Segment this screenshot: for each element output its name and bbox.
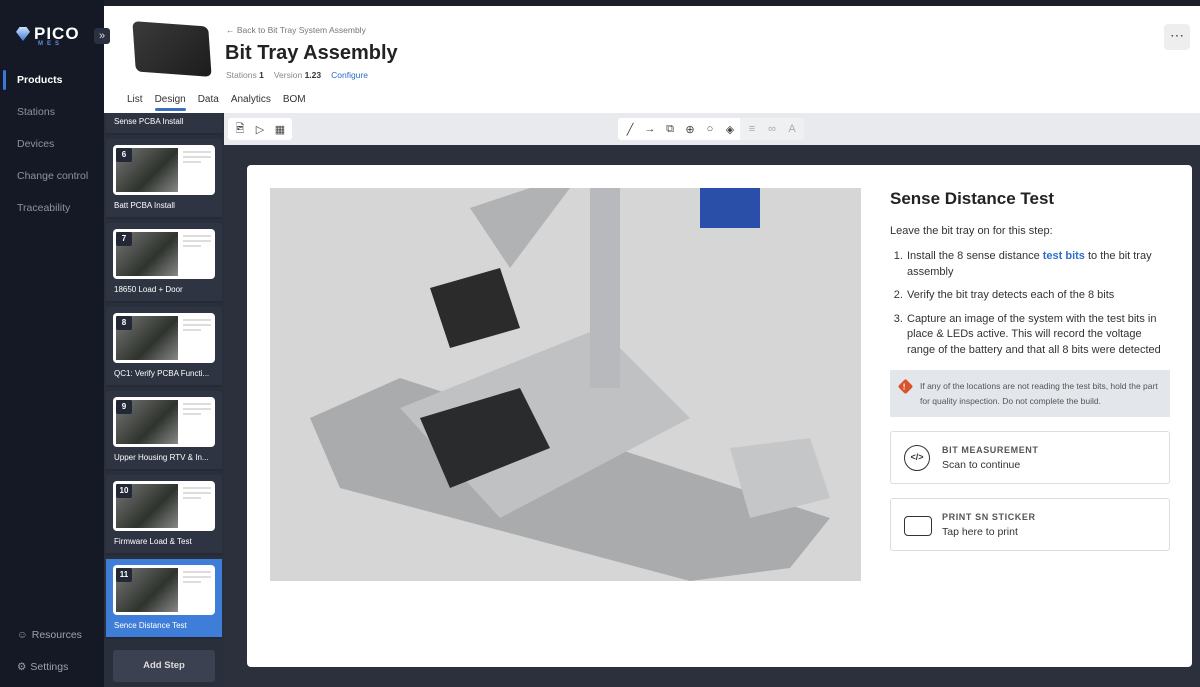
step-thumbnail: 9 — [113, 397, 215, 447]
instructions-panel: Sense Distance Test Leave the bit tray o… — [890, 189, 1170, 551]
pico-logo: PICO MES — [16, 24, 80, 47]
header: ← Back to Bit Tray System Assembly Bit T… — [104, 6, 1200, 113]
gear-icon: ⚙ — [17, 661, 27, 673]
sidebar-item-traceability[interactable]: Traceability — [17, 202, 70, 214]
product-image — [132, 21, 212, 77]
step-card: Sense Distance Test Leave the bit tray o… — [247, 165, 1192, 667]
number-marker-icon[interactable]: ◈ — [722, 123, 738, 136]
test-bits-link[interactable]: test bits — [1043, 250, 1085, 262]
editor-toolbar: 🖻 ▷ ▦ ╱ → ⧉ ⊕ ○ ◈ ≡ ∞ A — [224, 113, 1200, 145]
warning-icon — [897, 378, 914, 395]
print-sn-sticker-action[interactable]: PRINT SN STICKER Tap here to print — [890, 498, 1170, 551]
line-icon[interactable]: ╱ — [622, 123, 638, 136]
align-icon[interactable]: ≡ — [744, 123, 760, 135]
tab-bom[interactable]: BOM — [283, 94, 306, 111]
tab-data[interactable]: Data — [198, 94, 219, 111]
step-item[interactable]: 9 Upper Housing RTV & In... — [106, 391, 222, 471]
table-icon[interactable]: ▦ — [272, 123, 288, 136]
instruction-list: Install the 8 sense distance test bits t… — [890, 249, 1170, 358]
image-icon[interactable]: 🖻 — [232, 120, 248, 139]
sidebar-item-settings[interactable]: ⚙ Settings — [17, 661, 68, 673]
warning-callout: If any of the locations are not reading … — [890, 370, 1170, 417]
sidebar-item-products[interactable]: Products — [17, 74, 63, 86]
tab-analytics[interactable]: Analytics — [231, 94, 271, 111]
print-tap-icon — [904, 516, 932, 536]
step-thumbnail: 11 — [113, 565, 215, 615]
video-icon[interactable]: ▷ — [252, 123, 268, 136]
step-item[interactable]: 6 Batt PCBA Install — [106, 139, 222, 219]
sidebar: PICO MES Products Stations Devices Change… — [0, 0, 104, 687]
arrow-icon[interactable]: → — [642, 123, 658, 135]
step-thumbnail: 7 — [113, 229, 215, 279]
marker-icon[interactable]: ○ — [702, 123, 718, 135]
active-indicator — [3, 70, 6, 90]
step-item-selected[interactable]: 11 Sence Distance Test — [106, 559, 222, 639]
sidebar-item-devices[interactable]: Devices — [17, 138, 54, 150]
step-item[interactable]: Sense PCBA Install — [106, 113, 222, 135]
link-icon[interactable]: ∞ — [764, 123, 780, 135]
step-thumbnail: 6 — [113, 145, 215, 195]
tab-design[interactable]: Design — [154, 94, 186, 111]
tabs: List Design Data Analytics BOM — [127, 94, 306, 111]
sidebar-item-change-control[interactable]: Change control — [17, 170, 88, 182]
step-item[interactable]: 8 QC1: Verify PCBA Functi... — [106, 307, 222, 387]
tab-list[interactable]: List — [127, 94, 143, 111]
canvas: Sense Distance Test Leave the bit tray o… — [224, 145, 1200, 687]
photo-illustration — [270, 188, 861, 581]
step-item[interactable]: 7 18650 Load + Door — [106, 223, 222, 303]
code-icon: </> — [904, 445, 930, 471]
bit-measurement-action[interactable]: </> BIT MEASUREMENT Scan to continue — [890, 431, 1170, 484]
sidebar-item-stations[interactable]: Stations — [17, 106, 55, 118]
sidebar-item-resources[interactable]: ☺ Resources — [17, 629, 82, 641]
shape-icon[interactable]: ⧉ — [662, 123, 678, 136]
target-icon[interactable]: ⊕ — [682, 123, 698, 136]
back-link[interactable]: ← Back to Bit Tray System Assembly — [226, 25, 366, 35]
page-title: Bit Tray Assembly — [225, 42, 398, 64]
configure-link[interactable]: Configure — [331, 70, 368, 80]
step-title: Sense Distance Test — [890, 189, 1055, 208]
gem-icon — [16, 27, 30, 41]
product-meta: Stations 1 Version 1.23 Configure — [226, 70, 368, 80]
step-thumbnail: 10 — [113, 481, 215, 531]
expand-sidebar-button[interactable]: » — [94, 28, 110, 44]
step-item[interactable]: 10 Firmware Load & Test — [106, 475, 222, 555]
step-list: Sense PCBA Install 6 Batt PCBA Install 71… — [104, 113, 224, 687]
add-step-button[interactable]: Add Step — [113, 650, 215, 682]
text-color-icon[interactable]: A — [784, 123, 800, 135]
more-options-button[interactable]: ⋯ — [1164, 24, 1190, 50]
step-thumbnail: 8 — [113, 313, 215, 363]
help-chat-icon: ☺ — [17, 629, 28, 641]
step-photo — [270, 188, 861, 581]
